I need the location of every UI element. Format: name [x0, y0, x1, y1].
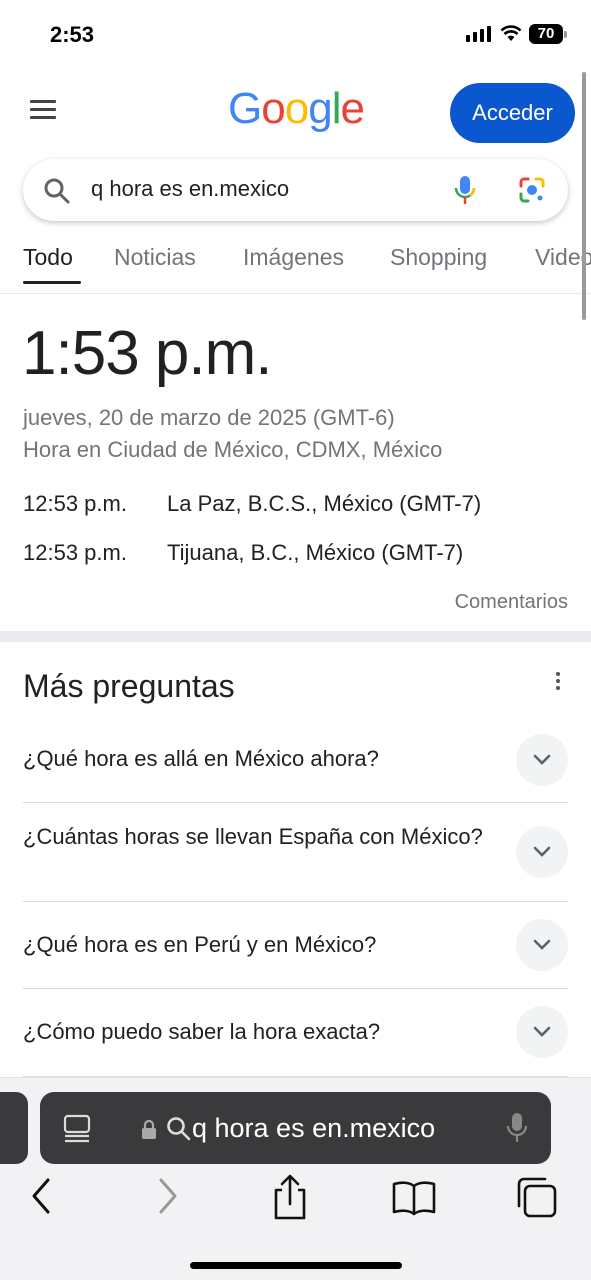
chevron-down-icon[interactable]	[516, 734, 568, 786]
feedback-link[interactable]: Comentarios	[455, 591, 568, 614]
status-time: 2:53	[50, 22, 95, 47]
status-bar: 2:53 70	[0, 0, 591, 70]
tab-all[interactable]: Todo	[23, 244, 73, 271]
search-icon	[166, 1116, 192, 1147]
tab-images[interactable]: Imágenes	[243, 244, 344, 271]
signin-button[interactable]: Acceder	[450, 83, 575, 143]
google-lens-icon[interactable]	[517, 175, 547, 210]
question-item[interactable]: ¿Cómo puedo saber la hora exacta?	[23, 989, 568, 1077]
search-bar[interactable]: q hora es en.mexico	[23, 159, 568, 221]
lock-icon	[141, 1118, 157, 1145]
forward-icon[interactable]	[155, 1174, 181, 1223]
wifi-icon	[500, 24, 522, 47]
question-text: ¿Cómo puedo saber la hora exacta?	[23, 1019, 381, 1044]
voice-search-icon[interactable]	[453, 174, 477, 211]
zone-time: 12:53 p.m.	[23, 540, 127, 565]
tabs-icon[interactable]	[515, 1174, 559, 1225]
question-text: ¿Qué hora es en Perú y en México?	[23, 932, 377, 957]
hamburger-menu-icon[interactable]	[30, 100, 56, 122]
microphone-icon[interactable]	[506, 1112, 528, 1149]
active-tab-indicator	[23, 281, 81, 284]
paa-title: Más preguntas	[23, 668, 235, 704]
address-text[interactable]: q hora es en.mexico	[192, 1113, 435, 1144]
address-bar[interactable]: q hora es en.mexico	[40, 1092, 551, 1164]
chevron-down-icon[interactable]	[516, 919, 568, 971]
question-text: ¿Qué hora es allá en México ahora?	[23, 746, 379, 771]
previous-tab-preview[interactable]	[0, 1092, 28, 1164]
battery-cap	[564, 31, 567, 38]
cellular-signal-icon	[466, 26, 491, 42]
search-tabs: Todo Noticias Imágenes Shopping Videos	[0, 222, 591, 294]
current-location: Hora en Ciudad de México, CDMX, México	[23, 437, 443, 462]
question-item[interactable]: ¿Qué hora es en Perú y en México?	[23, 902, 568, 989]
question-item[interactable]: ¿Cuántas horas se llevan España con Méxi…	[23, 803, 568, 902]
tab-news[interactable]: Noticias	[114, 244, 196, 271]
current-time: 1:53 p.m.	[22, 319, 272, 388]
chevron-down-icon[interactable]	[516, 1006, 568, 1058]
more-options-icon[interactable]	[556, 672, 562, 694]
chevron-down-icon[interactable]	[516, 826, 568, 878]
share-icon[interactable]	[270, 1174, 310, 1225]
question-item[interactable]: ¿Qué hora es allá en México ahora?	[23, 733, 568, 803]
google-logo[interactable]: Google	[228, 84, 365, 134]
battery-icon: 70	[529, 24, 563, 44]
current-date: jueves, 20 de marzo de 2025 (GMT-6)	[23, 405, 395, 430]
tab-shopping[interactable]: Shopping	[390, 244, 487, 271]
search-icon	[43, 177, 71, 210]
page-menu-icon[interactable]	[62, 1114, 92, 1149]
zone-time: 12:53 p.m.	[23, 491, 127, 516]
section-divider	[0, 631, 591, 642]
zone-location: Tijuana, B.C., México (GMT-7)	[167, 540, 464, 565]
zone-location: La Paz, B.C.S., México (GMT-7)	[167, 491, 482, 516]
page-scrollbar[interactable]	[582, 72, 586, 320]
question-text: ¿Cuántas horas se llevan España con Méxi…	[23, 824, 483, 849]
home-indicator	[190, 1262, 402, 1269]
search-input[interactable]: q hora es en.mexico	[91, 176, 289, 202]
bookmarks-icon[interactable]	[391, 1174, 437, 1225]
back-icon[interactable]	[28, 1174, 54, 1223]
